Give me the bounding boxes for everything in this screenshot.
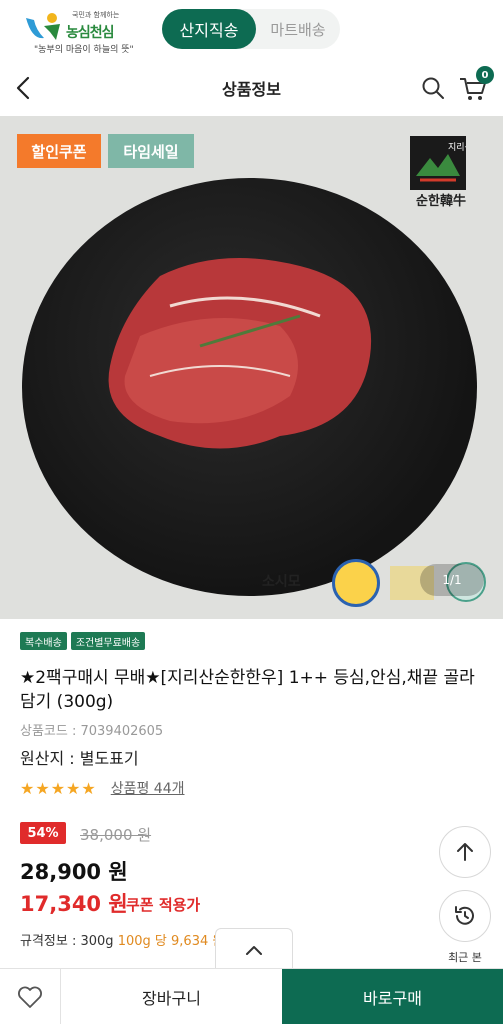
logo-icon [26,13,60,40]
time-sale-badge: 타임세일 [108,134,194,168]
add-to-cart-button[interactable]: 장바구니 [60,969,282,1024]
brand-name: 농심천심 [66,25,115,41]
scroll-top-button[interactable] [439,826,491,878]
image-counter: 1/1 [420,564,484,596]
cart-count-badge: 0 [476,66,494,84]
heart-icon [18,986,42,1008]
tag-free-shipping: 조건별무료배송 [70,632,146,650]
search-button[interactable] [420,75,446,101]
spec-info: 규격정보 : 300g 100g 당 9,634 원 [20,930,224,949]
tag-multi-delivery: 복수배송 [20,632,67,650]
product-image[interactable]: 할인쿠폰 타임세일 지리산 순한韓牛 소시모 1/1 [0,116,503,619]
delivery-toggle: 산지직송 마트배송 [162,9,340,49]
bottom-action-bar: 장바구니 바로구매 [0,968,503,1024]
search-icon [422,77,444,99]
product-code: 상품코드 : 7039402605 [20,724,164,739]
page-header: 상품정보 [0,62,503,114]
expand-options-button[interactable] [215,928,293,970]
sale-price: 28,900 원 [20,860,128,884]
recent-viewed-label: 최근 본 [448,951,482,964]
mountain-icon: 지리산 [416,142,473,182]
brand-mark: 지리산 순한韓牛 [396,132,486,212]
coupon-badge: 할인쿠폰 [17,134,101,168]
recent-viewed-button[interactable] [439,890,491,942]
brand-bar: 국민과 함께하는 농심천심 "농부의 마음이 하늘의 뜻" 산지직송 마트배송 [0,0,503,60]
product-name: ★2팩구매시 무배★[지리산순한한우] 1++ 등심,안심,채끝 골라담기 (3… [20,668,475,712]
steak-image [108,258,372,449]
certification-seal-icon [332,559,380,607]
wishlist-button[interactable] [0,969,60,1024]
coupon-price: 17,340 원 [20,892,128,916]
tab-direct-delivery[interactable]: 산지직송 [162,9,256,49]
certification-text: 소시모 [262,574,301,590]
original-price: 38,000 원 [80,826,152,844]
buy-now-button[interactable]: 바로구매 [282,969,503,1024]
brand-logo[interactable]: 국민과 함께하는 농심천심 "농부의 마음이 하늘의 뜻" [22,8,134,55]
coupon-price-label: 쿠폰 적용가 [126,896,201,914]
brand-tagline: "농부의 마음이 하늘의 뜻" [34,45,134,55]
brand-mark-box: 지리산 [410,136,473,190]
product-tags: 복수배송 조건별무료배송 [20,632,146,650]
star-rating-icon: ★★★★★ [20,778,97,798]
brand-mark-box-text: 지리산 [448,142,466,153]
arrow-up-icon [457,843,473,861]
spec-label: 규격정보 : 300g [20,934,114,949]
review-link[interactable]: 상품평 44개 [111,778,185,798]
tab-mart-delivery[interactable]: 마트배송 [256,9,340,49]
history-icon [455,906,474,925]
brand-tagline-small: 국민과 함께하는 [72,11,120,19]
spec-unit: 100g 당 [117,934,167,949]
product-rating: ★★★★★ 상품평 44개 [20,778,185,798]
product-origin: 원산지 : 별도표기 [20,749,139,768]
chevron-up-icon [246,945,262,955]
discount-badge: 54% [20,822,66,844]
brand-mark-text: 순한韓牛 [416,194,466,209]
